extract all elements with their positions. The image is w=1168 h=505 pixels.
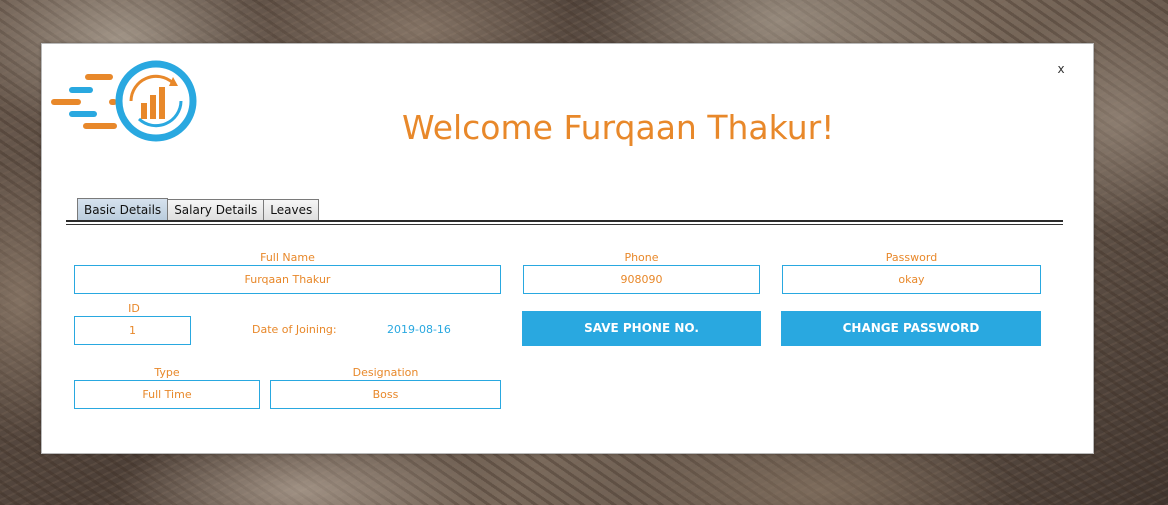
id-field[interactable]: 1 [74,316,191,345]
tab-salary-details[interactable]: Salary Details [167,199,265,220]
password-label: Password [885,251,938,264]
phone-field[interactable]: 908090 [523,265,760,294]
analytics-chart-logo-icon [51,60,197,142]
designation-field[interactable]: Boss [270,380,501,409]
password-field[interactable]: okay [782,265,1041,294]
close-button[interactable]: x [1054,61,1068,77]
tab-divider [66,220,1063,222]
employee-dashboard-window: x Welcome Furqaan Thakur! Basic Details … [41,43,1094,454]
designation-label: Designation [352,366,419,379]
welcome-heading: Welcome Furqaan Thakur! [402,108,835,147]
date-of-joining-label: Date of Joining: [252,323,337,336]
save-phone-button[interactable]: SAVE PHONE NO. [522,311,761,346]
tab-basic-details[interactable]: Basic Details [77,198,169,221]
full-name-label: Full Name [260,251,315,264]
tab-leaves[interactable]: Leaves [263,199,320,220]
tab-bar: Basic Details Salary Details Leaves [77,198,320,221]
phone-label: Phone [624,251,659,264]
id-label: ID [128,302,140,315]
tab-divider-secondary [66,224,1063,225]
desktop-background: x Welcome Furqaan Thakur! Basic Details … [0,0,1168,505]
type-field[interactable]: Full Time [74,380,260,409]
date-of-joining-value: 2019-08-16 [387,323,451,336]
type-label: Type [154,366,180,379]
full-name-field[interactable]: Furqaan Thakur [74,265,501,294]
change-password-button[interactable]: CHANGE PASSWORD [781,311,1041,346]
